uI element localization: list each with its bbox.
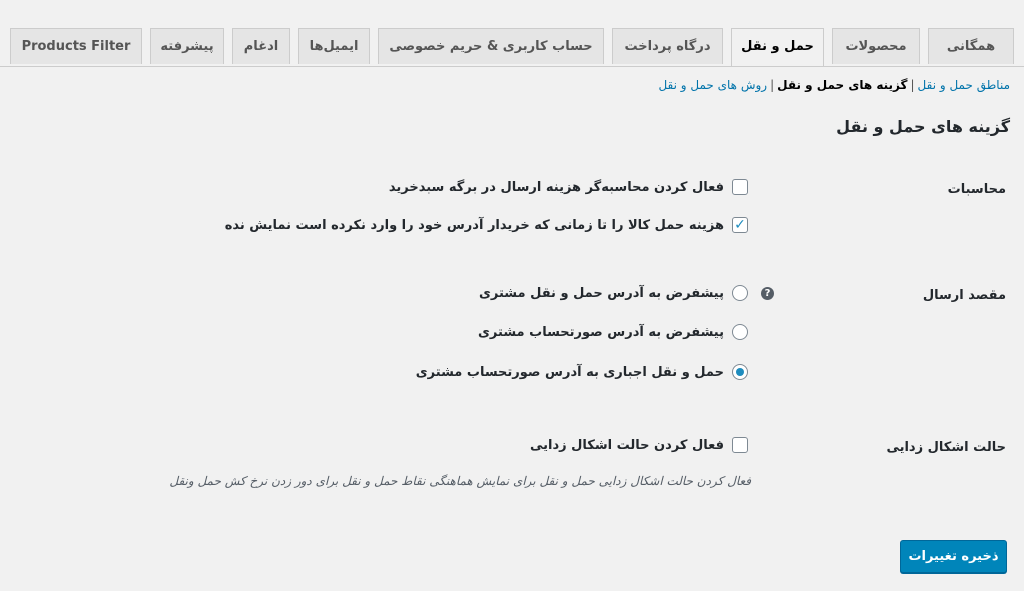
question-circle-icon[interactable]: ? — [761, 287, 774, 300]
settings-tabs: همگانی محصولات حمل و نقل درگاه پرداخت حس… — [0, 0, 1024, 67]
hide-costs-until-address-checkbox[interactable]: ✓ — [732, 217, 748, 233]
debug-mode-description: فعال کردن حالت اشکال زدایی حمل و نقل برا… — [169, 474, 751, 488]
ship-to-billing-address-option[interactable]: پیشفرض به آدرس صورتحساب مشتری — [478, 324, 748, 340]
tab-accounts-privacy[interactable]: حساب کاربری & حریم خصوصی — [378, 28, 604, 64]
shipping-destination-label: مقصد ارسال — [922, 288, 1006, 303]
shipping-subnav: مناطق حمل و نقل|گزینه های حمل و نقل|روش … — [658, 78, 1010, 92]
ship-to-billing-address-radio[interactable] — [732, 324, 748, 340]
force-billing-address-radio[interactable] — [732, 364, 748, 380]
force-billing-address-option[interactable]: حمل و نقل اجباری به آدرس صورتحساب مشتری — [416, 364, 748, 380]
subnav-shipping-zones[interactable]: مناطق حمل و نقل — [918, 78, 1010, 92]
tab-shipping[interactable]: حمل و نقل — [731, 28, 824, 66]
ship-to-shipping-address-label: پیشفرض به آدرس حمل و نقل مشتری — [478, 285, 724, 301]
debug-mode-label: حالت اشکال زدایی — [886, 440, 1006, 455]
calculations-label: محاسبات — [947, 182, 1006, 197]
tab-emails[interactable]: ایمیل‌ها — [298, 28, 370, 64]
tab-payments[interactable]: درگاه پرداخت — [612, 28, 723, 64]
enable-cart-calculator-label: فعال کردن محاسبه‌گر هزینه ارسال در برگه … — [388, 179, 724, 195]
tab-general[interactable]: همگانی — [928, 28, 1014, 64]
save-changes-button[interactable]: ذخیره تغییرات — [900, 540, 1007, 573]
enable-debug-mode-checkbox[interactable] — [732, 437, 748, 453]
ship-to-shipping-address-radio[interactable] — [732, 285, 748, 301]
page-title: گزینه های حمل و نقل — [836, 117, 1010, 136]
tab-advanced[interactable]: پیشرفته — [150, 28, 224, 64]
tab-products[interactable]: محصولات — [832, 28, 920, 64]
enable-cart-calculator-checkbox[interactable] — [732, 179, 748, 195]
tab-products-filter[interactable]: Products Filter — [10, 28, 142, 64]
subnav-separator: | — [910, 78, 915, 92]
subnav-separator: | — [770, 78, 775, 92]
enable-debug-mode-option[interactable]: فعال کردن حالت اشکال زدایی — [530, 437, 748, 453]
hide-costs-until-address-option[interactable]: ✓ هزینه حمل کالا را تا زمانی که خریدار آ… — [225, 217, 748, 233]
subnav-shipping-options[interactable]: گزینه های حمل و نقل — [777, 78, 907, 92]
enable-debug-mode-label: فعال کردن حالت اشکال زدایی — [529, 437, 724, 453]
hide-costs-until-address-label: هزینه حمل کالا را تا زمانی که خریدار آدر… — [224, 217, 724, 233]
ship-to-billing-address-label: پیشفرض به آدرس صورتحساب مشتری — [478, 324, 724, 340]
ship-to-shipping-address-option[interactable]: پیشفرض به آدرس حمل و نقل مشتری — [479, 285, 748, 301]
enable-cart-calculator-option[interactable]: فعال کردن محاسبه‌گر هزینه ارسال در برگه … — [389, 179, 748, 195]
tab-integration[interactable]: ادغام — [232, 28, 290, 64]
subnav-shipping-methods[interactable]: روش های حمل و نقل — [658, 78, 767, 92]
force-billing-address-label: حمل و نقل اجباری به آدرس صورتحساب مشتری — [415, 364, 724, 380]
